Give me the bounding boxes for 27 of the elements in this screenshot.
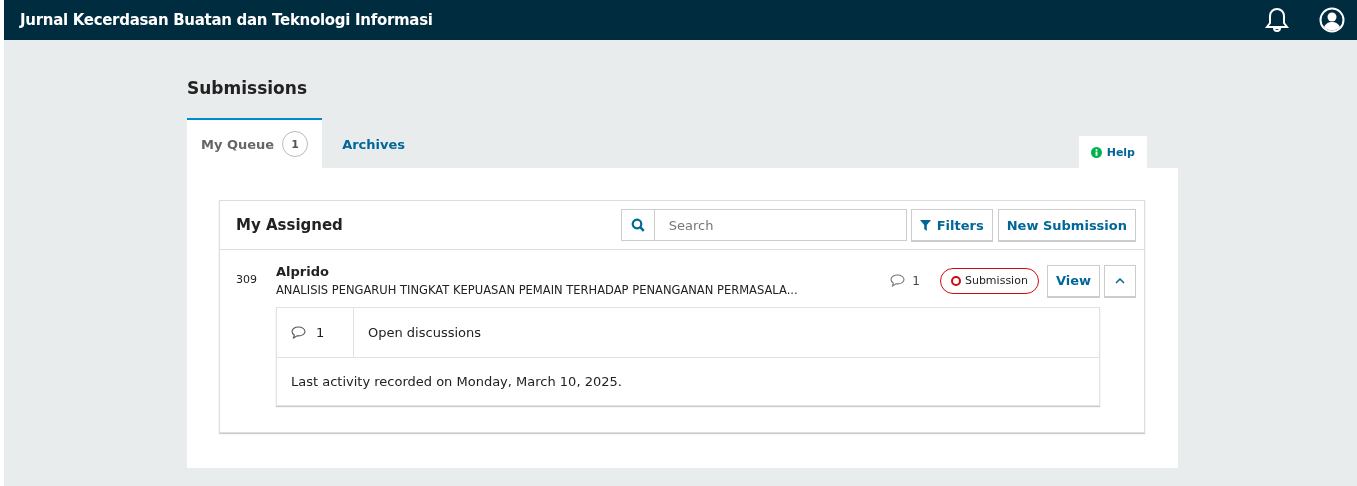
submission-title: ANALISIS PENGARUH TINGKAT KEPUASAN PEMAIN TERHADAP PENANGANAN PERMASALA... — [276, 283, 799, 297]
tab[interactable]: Archives — [322, 118, 426, 168]
bell-icon[interactable] — [1265, 7, 1289, 33]
comment-count: 1 — [912, 273, 920, 288]
filters-button[interactable]: Filters — [910, 209, 993, 241]
user-avatar-icon[interactable] — [1319, 7, 1345, 33]
author-name: Alprido — [276, 264, 330, 279]
discussions-label: Open discussions — [367, 325, 481, 340]
new-submission-button[interactable]: New Submission — [997, 209, 1136, 241]
view-button[interactable]: View — [1046, 264, 1100, 297]
help-tab[interactable]: Help — [1078, 136, 1147, 168]
list-title: My Assigned — [236, 216, 343, 234]
tab[interactable]: My Queue 1 — [187, 118, 323, 168]
search-field[interactable]: Search — [654, 209, 907, 241]
page-title: Submissions — [187, 78, 309, 98]
caret-icon — [1115, 277, 1125, 284]
filter-icon — [919, 219, 931, 231]
last-activity: Last activity recorded on Monday, March 10, 2025. — [290, 373, 623, 391]
info-icon — [1090, 146, 1102, 158]
submission-id: 309 — [236, 273, 258, 286]
journal-title[interactable]: Jurnal Kecerdasan Buatan dan Teknologi Informasi — [20, 11, 433, 29]
comment-icon — [291, 326, 306, 339]
expand-toggle[interactable] — [1104, 264, 1136, 297]
search-button[interactable] — [620, 209, 655, 241]
discussion-count: 1 — [316, 325, 325, 340]
comment-icon — [890, 274, 906, 287]
search-icon — [630, 218, 645, 232]
